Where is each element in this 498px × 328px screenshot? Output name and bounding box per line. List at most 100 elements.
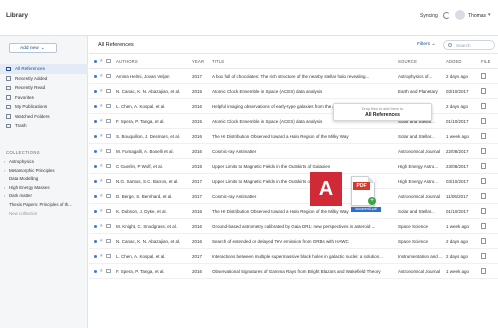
- cell-file[interactable]: [481, 188, 498, 204]
- row-checkbox[interactable]: [106, 118, 111, 123]
- filters-button[interactable]: Filters ⌄: [417, 42, 435, 47]
- row-checkbox[interactable]: [106, 268, 111, 273]
- cell-file[interactable]: [481, 233, 498, 249]
- file-icon[interactable]: [481, 88, 486, 94]
- collection-item[interactable]: Thesis Papers: Principles of th...: [0, 201, 88, 210]
- star-icon[interactable]: ★: [99, 208, 103, 214]
- row-checkbox[interactable]: [106, 103, 111, 108]
- file-icon[interactable]: [481, 163, 486, 169]
- chevron-down-icon[interactable]: ▾: [488, 12, 491, 18]
- row-checkbox[interactable]: [106, 253, 111, 258]
- row-checkbox[interactable]: [106, 223, 111, 228]
- star-icon[interactable]: ★: [99, 268, 103, 274]
- row-checkbox[interactable]: [106, 208, 111, 213]
- star-icon[interactable]: ★: [99, 223, 103, 229]
- sidebar-item[interactable]: My Publications: [0, 102, 88, 112]
- star-icon[interactable]: ★: [99, 178, 103, 184]
- file-icon[interactable]: [481, 193, 486, 199]
- row-checkbox[interactable]: [106, 88, 111, 93]
- file-icon[interactable]: [481, 148, 486, 154]
- row-checkbox[interactable]: [106, 133, 111, 138]
- table-row[interactable]: ★ L. Chen, A. Kospal, et al. 2017 Interacti…: [89, 248, 498, 264]
- column-authors[interactable]: AUTHORS: [116, 54, 192, 69]
- header-select[interactable]: ★: [89, 54, 116, 69]
- sidebar-item[interactable]: Trash: [0, 121, 88, 131]
- collection-item[interactable]: › Metamorphic Principles: [0, 167, 88, 176]
- row-checkbox[interactable]: [106, 148, 111, 153]
- table-row[interactable]: ★ L. Chen, A. Kospal, et al. 2016 Helpful i…: [89, 98, 498, 114]
- file-icon[interactable]: [481, 178, 486, 184]
- row-checkbox[interactable]: [106, 193, 111, 198]
- sync-icon[interactable]: [443, 12, 450, 19]
- star-icon[interactable]: ★: [99, 103, 103, 109]
- user-name[interactable]: Thomas: [468, 13, 486, 19]
- row-checkbox[interactable]: [106, 73, 111, 78]
- table-row[interactable]: ★ K. Dubson, J. Dyke, et al. 2016 The HI Di…: [89, 203, 498, 219]
- row-checkbox[interactable]: [106, 238, 111, 243]
- file-icon[interactable]: [481, 238, 486, 244]
- star-icon[interactable]: ★: [99, 238, 103, 244]
- file-icon[interactable]: [481, 118, 486, 124]
- star-icon[interactable]: ★: [99, 118, 103, 124]
- star-icon[interactable]: ★: [99, 88, 103, 94]
- sidebar-item[interactable]: Recently Read: [0, 83, 88, 93]
- cell-file[interactable]: [481, 113, 498, 129]
- file-icon[interactable]: [481, 268, 486, 274]
- table-row[interactable]: ★ D. Berge, S. Bernhard, et al. 2017 Cosmic…: [89, 188, 498, 204]
- table-row[interactable]: ★ N.G. Santos, S.C. Barros, et al. 2017 Upp…: [89, 173, 498, 189]
- cell-file[interactable]: [481, 203, 498, 219]
- table-row[interactable]: ★ Amina Helmi, Jovan Veljan 2017 A box full…: [89, 68, 498, 84]
- select-all-checkbox[interactable]: [106, 58, 111, 63]
- table-row[interactable]: ★ M. Knight, C. Snodgrass, et al. 2016 Grou…: [89, 218, 498, 234]
- table-row[interactable]: ★ C Guerlin, P Wolf, et al. 2015 Upper Limi…: [89, 158, 498, 174]
- file-icon[interactable]: [481, 253, 486, 259]
- star-icon[interactable]: ★: [99, 163, 103, 169]
- table-row[interactable]: ★ N. Canac, K. N. Abazajian, et al. 2016 Se…: [89, 233, 498, 249]
- collection-item[interactable]: › High Energy Masses: [0, 184, 88, 193]
- cell-file[interactable]: [481, 248, 498, 264]
- table-row[interactable]: ★ F. Spera, P. Tanga, et al. 2015 Atomic Cl…: [89, 113, 498, 129]
- cell-file[interactable]: [481, 173, 498, 189]
- file-icon[interactable]: [481, 133, 486, 139]
- file-icon[interactable]: [481, 73, 486, 79]
- column-title[interactable]: TITLE: [212, 54, 398, 69]
- avatar[interactable]: [455, 10, 465, 20]
- cell-file[interactable]: [481, 158, 498, 174]
- row-checkbox[interactable]: [106, 163, 111, 168]
- table-row[interactable]: ★ M. Fumagalli, A. Boselli et al. 2016 Cosm…: [89, 143, 498, 159]
- column-source[interactable]: SOURCE: [398, 54, 446, 69]
- star-icon[interactable]: ★: [99, 73, 103, 79]
- cell-file[interactable]: [481, 83, 498, 99]
- search-input[interactable]: Search: [443, 40, 495, 50]
- collection-item[interactable]: › Dark matter: [0, 192, 88, 201]
- cell-file[interactable]: [481, 128, 498, 144]
- column-year[interactable]: YEAR: [192, 54, 212, 69]
- cell-file[interactable]: [481, 98, 498, 114]
- cell-file[interactable]: [481, 218, 498, 234]
- collection-item[interactable]: › Astrophysics: [0, 158, 88, 167]
- cell-file[interactable]: [481, 68, 498, 84]
- column-added[interactable]: ADDED: [446, 54, 481, 69]
- file-icon[interactable]: [481, 103, 486, 109]
- dragged-pdf-file[interactable]: PDF +: [351, 176, 376, 206]
- sidebar-item[interactable]: Favorites: [0, 93, 88, 103]
- table-row[interactable]: ★ N. Canac, K. N. Abazajian, et al. 2015 At…: [89, 83, 498, 99]
- row-checkbox[interactable]: [106, 178, 111, 183]
- sidebar-item[interactable]: Recently Added: [0, 74, 88, 84]
- collection-item[interactable]: Data Modelling: [0, 175, 88, 184]
- table-row[interactable]: ★ S. Bouquillon, J. Desmars, et al. 2016 Th…: [89, 128, 498, 144]
- cell-file[interactable]: [481, 143, 498, 159]
- table-row[interactable]: ★ F. Spera, P. Tanga, et al. 2016 Observati…: [89, 263, 498, 279]
- star-icon[interactable]: ★: [99, 148, 103, 154]
- add-new-button[interactable]: Add new ⌄: [9, 43, 57, 53]
- file-icon[interactable]: [481, 223, 486, 229]
- column-file[interactable]: FILE: [481, 54, 498, 69]
- sidebar-item[interactable]: Watched Folders: [0, 112, 88, 122]
- file-icon[interactable]: [481, 208, 486, 214]
- sidebar-item[interactable]: All References: [0, 64, 88, 74]
- collection-item[interactable]: New collection: [0, 210, 88, 219]
- star-icon[interactable]: ★: [99, 253, 103, 259]
- star-icon[interactable]: ★: [99, 133, 103, 139]
- cell-file[interactable]: [481, 263, 498, 279]
- star-icon[interactable]: ★: [99, 193, 103, 199]
